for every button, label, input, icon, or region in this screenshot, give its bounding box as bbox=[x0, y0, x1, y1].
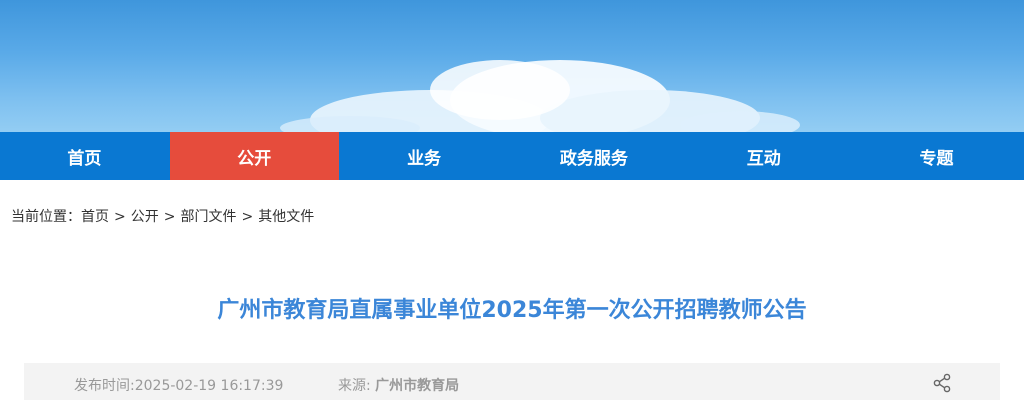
breadcrumb-separator: > bbox=[163, 209, 176, 225]
breadcrumb-home[interactable]: 首页 bbox=[81, 209, 109, 225]
nav-item-business[interactable]: 业务 bbox=[339, 132, 509, 180]
main-nav: 首页 公开 业务 政务服务 互动 专题 bbox=[0, 132, 1024, 180]
breadcrumb-department-files[interactable]: 部门文件 bbox=[180, 209, 236, 225]
article-title: 广州市教育局直属事业单位2025年第一次公开招聘教师公告 bbox=[217, 298, 807, 323]
header-banner bbox=[0, 0, 1024, 132]
publish-date: 发布时间:2025-02-19 16:17:39 bbox=[74, 375, 283, 395]
nav-item-interaction[interactable]: 互动 bbox=[679, 132, 849, 180]
breadcrumb-public[interactable]: 公开 bbox=[131, 209, 159, 225]
source-value: 广州市教育局 bbox=[375, 378, 460, 394]
breadcrumb-prefix: 当前位置： bbox=[11, 209, 81, 225]
nav-item-government-services[interactable]: 政务服务 bbox=[509, 132, 679, 180]
publish-date-label: 发布时间: bbox=[74, 378, 135, 394]
publish-date-value: 2025-02-19 16:17:39 bbox=[134, 378, 284, 394]
nav-item-topics[interactable]: 专题 bbox=[849, 132, 1024, 180]
breadcrumb-separator: > bbox=[241, 209, 254, 225]
article-source: 来源: 广州市教育局 bbox=[338, 375, 459, 395]
nav-item-home[interactable]: 首页 bbox=[0, 132, 169, 180]
nav-item-public[interactable]: 公开 bbox=[169, 132, 339, 180]
breadcrumb-other-files[interactable]: 其他文件 bbox=[258, 209, 314, 225]
cloud-illustration bbox=[280, 60, 800, 132]
share-icon[interactable] bbox=[932, 373, 952, 393]
source-label: 来源: bbox=[338, 378, 371, 394]
article-meta-bar: 发布时间:2025-02-19 16:17:39 来源: 广州市教育局 bbox=[24, 363, 1000, 400]
breadcrumb: 当前位置：首页 > 公开 > 部门文件 > 其他文件 bbox=[11, 206, 314, 226]
breadcrumb-separator: > bbox=[114, 209, 126, 225]
